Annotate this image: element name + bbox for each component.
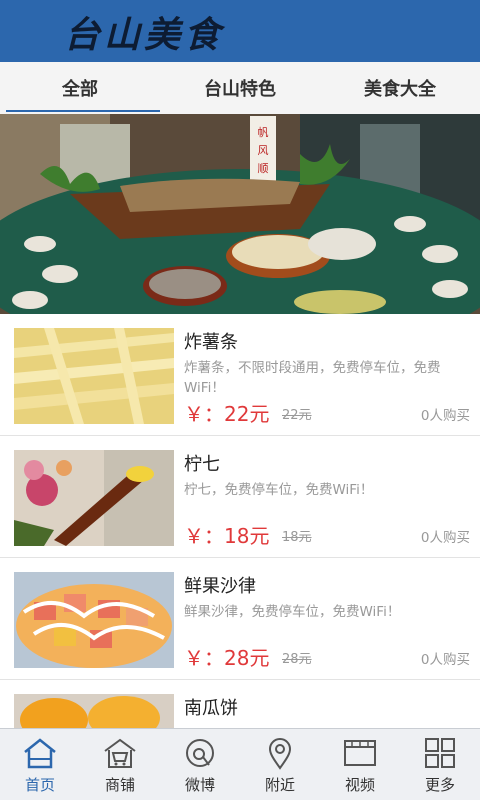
list-item[interactable]: 南瓜饼 <box>0 680 480 728</box>
location-icon <box>268 738 292 770</box>
app-title: 台山美食 <box>64 14 225 56</box>
svg-text:顺: 顺 <box>258 162 269 175</box>
nav-more-label: 更多 <box>424 776 455 794</box>
category-tabs: 全部 台山特色 美食大全 <box>0 62 480 114</box>
list-item[interactable]: 炸薯条 炸薯条，不限时段通用，免费停车位，免费WiFi！ ￥：22元 22元 0… <box>0 314 480 436</box>
banner-image[interactable]: 帆 风 顺 <box>0 114 480 314</box>
list-item[interactable]: 柠七 柠七，免费停车位，免费WiFi！ ￥：18元 18元 0人购买 <box>0 436 480 558</box>
item-price: ￥：22元 <box>184 402 270 426</box>
nav-weibo-label: 微博 <box>184 776 215 794</box>
nav-home-label: 首页 <box>24 776 55 794</box>
item-description: 柠七，免费停车位，免费WiFi！ <box>184 482 374 498</box>
item-price: ￥：28元 <box>184 646 270 670</box>
deal-list: 炸薯条 炸薯条，不限时段通用，免费停车位，免费WiFi！ ￥：22元 22元 0… <box>0 314 480 728</box>
item-price: ￥：18元 <box>184 524 270 548</box>
nav-more[interactable]: 更多 <box>400 729 480 800</box>
item-sold-count: 0人购买 <box>420 408 470 424</box>
nav-nearby-label: 附近 <box>264 776 295 794</box>
svg-text:风: 风 <box>258 144 269 157</box>
app-header: 台山美食 <box>0 0 480 62</box>
item-original-price: 28元 <box>282 652 312 667</box>
nav-nearby[interactable]: 附近 <box>240 729 320 800</box>
item-name: 炸薯条 <box>184 332 238 353</box>
item-name: 南瓜饼 <box>184 698 238 719</box>
nav-weibo[interactable]: 微博 <box>160 729 240 800</box>
nav-video-label: 视频 <box>344 776 375 794</box>
item-original-price: 22元 <box>282 408 312 423</box>
svg-text:帆: 帆 <box>258 125 269 139</box>
tab-all[interactable]: 全部 <box>0 62 160 114</box>
nav-video[interactable]: 视频 <box>320 729 400 800</box>
grid-icon <box>425 738 455 768</box>
home-icon <box>24 738 56 769</box>
item-sold-count: 0人购买 <box>420 652 470 668</box>
fries-image <box>14 328 174 424</box>
weibo-icon <box>186 739 214 767</box>
item-description: 炸薯条，不限时段通用，免费停车位，免费WiFi！ <box>184 360 441 396</box>
tab-taishan-specialty[interactable]: 台山特色 <box>160 62 320 114</box>
shop-icon <box>104 738 136 768</box>
pumpkin-cake-image <box>14 694 174 728</box>
item-description: 鲜果沙律，免费停车位，免费WiFi！ <box>184 604 401 620</box>
bottom-navigation: 首页 商铺 微博 附近 视频 更多 <box>0 728 480 800</box>
item-name: 柠七 <box>184 454 220 475</box>
nav-shops-label: 商铺 <box>104 776 135 794</box>
list-item[interactable]: 鲜果沙律 鲜果沙律，免费停车位，免费WiFi！ ￥：28元 28元 0人购买 <box>0 558 480 680</box>
lemon-drink-image <box>14 450 174 546</box>
tab-food-collection[interactable]: 美食大全 <box>320 62 480 114</box>
nav-shops[interactable]: 商铺 <box>80 729 160 800</box>
fruit-salad-image <box>14 572 174 668</box>
nav-home[interactable]: 首页 <box>0 729 80 800</box>
video-icon <box>344 740 376 766</box>
item-sold-count: 0人购买 <box>420 530 470 546</box>
item-name: 鲜果沙律 <box>184 576 256 597</box>
item-original-price: 18元 <box>282 530 312 545</box>
